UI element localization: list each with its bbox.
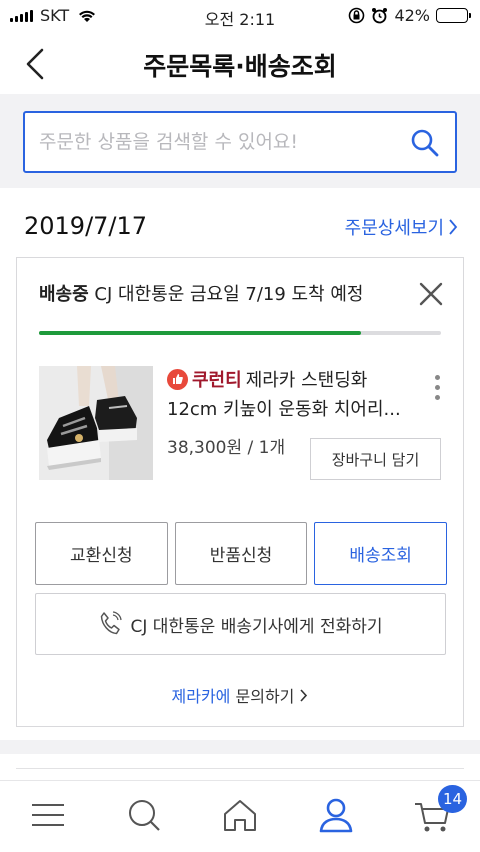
user-icon: [319, 798, 353, 833]
rotation-lock-icon: [349, 7, 365, 24]
product-price: 38,300원 / 1개: [167, 438, 286, 458]
tab-my-page[interactable]: [316, 795, 356, 835]
brand-name: 쿠런티: [192, 370, 242, 391]
battery-icon: [436, 8, 471, 23]
product-info[interactable]: 쿠런티 제라카 스탠딩화 12cm 키높이 운동화 치어리...: [167, 366, 417, 424]
dot-icon: [434, 385, 440, 390]
more-options-button[interactable]: [431, 375, 443, 405]
search-section: [0, 94, 480, 188]
tab-menu[interactable]: [28, 795, 68, 835]
delivery-progress-fill: [39, 331, 361, 335]
product-image[interactable]: [39, 366, 153, 480]
delivery-status: 배송중 CJ 대한통운 금요일 7/19 도착 예정: [39, 280, 364, 306]
product-title-block: 쿠런티 제라카 스탠딩화 12cm 키높이 운동화 치어리...: [167, 366, 417, 424]
return-request-button[interactable]: 반품신청: [174, 522, 308, 585]
dot-icon: [434, 395, 440, 400]
delivery-progress-bar: [39, 331, 441, 335]
tab-cart[interactable]: 14: [412, 785, 468, 835]
add-to-cart-button[interactable]: 장바구니 담기: [310, 438, 441, 480]
order-detail-label: 주문상세보기: [344, 218, 444, 239]
battery-percent: 42%: [394, 6, 430, 25]
call-courier-label: CJ 대한통운 배송기사에게 전화하기: [130, 616, 383, 637]
order-card: 배송중 CJ 대한통운 금요일 7/19 도착 예정 쿠런티 제라카 스탠딩화 …: [16, 257, 464, 727]
thumbs-up-icon: [167, 369, 188, 390]
tab-home[interactable]: [220, 795, 260, 835]
exchange-request-button[interactable]: 교환신청: [35, 522, 168, 585]
search-icon: [129, 800, 160, 831]
home-icon: [224, 800, 256, 831]
search-button[interactable]: [409, 127, 441, 159]
dot-icon: [434, 375, 440, 380]
phone-icon: [101, 611, 123, 635]
section-divider: [0, 740, 480, 754]
order-date: 2019/7/17: [24, 212, 148, 240]
order-detail-link[interactable]: 주문상세보기: [345, 214, 458, 240]
chevron-right-icon: [300, 689, 308, 702]
page-title: 주문목록·배송조회: [143, 52, 337, 81]
search-box: [23, 111, 457, 173]
delivery-message: CJ 대한통운 금요일 7/19 도착 예정: [94, 284, 364, 305]
next-order-card: [16, 768, 464, 778]
seller-name: 제라카에: [171, 687, 231, 706]
search-icon: [411, 129, 439, 157]
chevron-right-icon: [449, 219, 458, 235]
status-bar: SKT 오전 2:11 42%: [0, 0, 480, 34]
call-courier-button[interactable]: CJ 대한통운 배송기사에게 전화하기: [35, 593, 446, 655]
close-icon: [419, 282, 443, 306]
alarm-icon: [372, 8, 388, 24]
seller-inquiry-link[interactable]: 제라카에 문의하기: [17, 683, 463, 707]
bottom-tab-bar: 14: [0, 780, 480, 852]
order-actions: 교환신청 반품신청 배송조회: [35, 522, 448, 586]
delivery-status-label: 배송중: [39, 284, 89, 305]
cart-count-badge: 14: [438, 785, 468, 813]
header: 주문목록·배송조회: [0, 34, 480, 94]
inquiry-label: 문의하기: [235, 687, 295, 706]
close-button[interactable]: [417, 280, 445, 308]
search-input[interactable]: [39, 113, 399, 171]
tab-search[interactable]: [124, 795, 164, 835]
track-delivery-button[interactable]: 배송조회: [314, 522, 448, 585]
status-right: 42%: [348, 6, 471, 25]
menu-icon: [32, 804, 64, 826]
shoe-image: [39, 366, 153, 480]
